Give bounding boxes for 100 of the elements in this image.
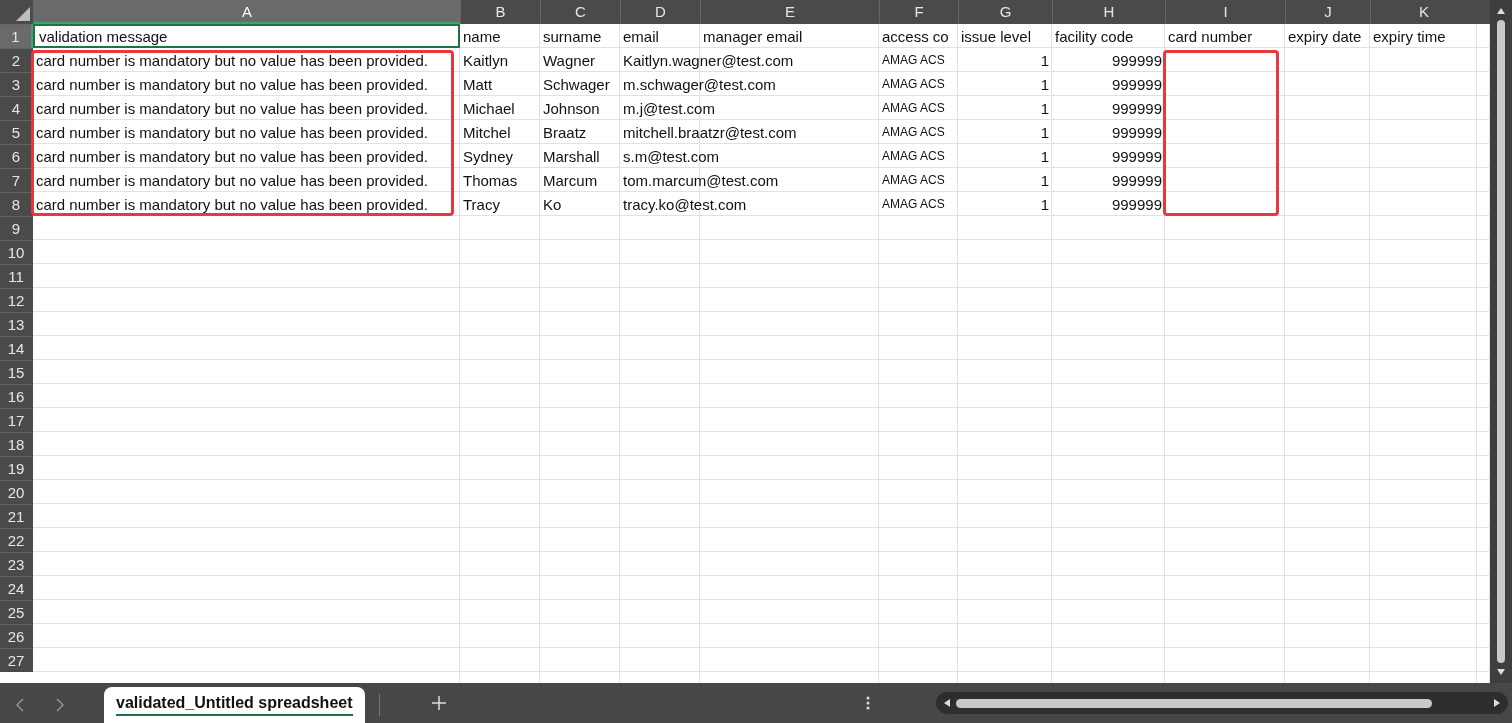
row-header[interactable]: 11 bbox=[0, 264, 33, 288]
cell-text: surname bbox=[543, 27, 602, 45]
horizontal-scrollbar[interactable] bbox=[936, 692, 1508, 714]
cell-text: manager email bbox=[703, 27, 803, 45]
cell-text: 999999 bbox=[1111, 123, 1162, 141]
cell-text: 1 bbox=[1040, 195, 1049, 213]
cell-text: Matt bbox=[463, 75, 493, 93]
cell-text: Michael bbox=[463, 99, 515, 117]
cell-text: mitchell.braatzr@test.com bbox=[623, 123, 797, 141]
row-header[interactable]: 3 bbox=[0, 72, 33, 96]
row-header[interactable]: 17 bbox=[0, 408, 33, 432]
cell-text: card number is mandatory but no value has been provided. bbox=[36, 51, 428, 69]
row-header[interactable]: 26 bbox=[0, 624, 33, 648]
vertical-scrollbar[interactable] bbox=[1490, 0, 1512, 683]
row-header[interactable]: 15 bbox=[0, 360, 33, 384]
scrollbar-thumb[interactable] bbox=[1497, 20, 1505, 663]
cell-text: AMAG ACS bbox=[882, 173, 945, 187]
cell-text: 1 bbox=[1040, 51, 1049, 69]
row-header[interactable]: 24 bbox=[0, 576, 33, 600]
cell-text: s.m@test.com bbox=[623, 147, 720, 165]
row-header[interactable]: 27 bbox=[0, 648, 33, 672]
row-header[interactable]: 9 bbox=[0, 216, 33, 240]
cell-text: card number bbox=[1168, 27, 1253, 45]
vertical-dots-icon bbox=[865, 696, 870, 710]
scroll-left-icon[interactable] bbox=[942, 698, 952, 708]
triangle-icon bbox=[16, 7, 30, 21]
cell-text: 1 bbox=[1040, 171, 1049, 189]
cell-text: 999999 bbox=[1111, 171, 1162, 189]
cell-text: name bbox=[463, 27, 501, 45]
row-header[interactable]: 5 bbox=[0, 120, 33, 144]
row-header[interactable]: 20 bbox=[0, 480, 33, 504]
chevron-left-icon bbox=[16, 698, 24, 712]
row-header[interactable]: 12 bbox=[0, 288, 33, 312]
cell-text: AMAG ACS bbox=[882, 53, 945, 67]
scroll-up-icon[interactable] bbox=[1496, 6, 1506, 16]
row-header[interactable]: 22 bbox=[0, 528, 33, 552]
cell-text: expiry time bbox=[1373, 27, 1446, 45]
cell-text: Kaitlyn bbox=[463, 51, 509, 69]
cell-text: card number is mandatory but no value has been provided. bbox=[36, 147, 428, 165]
cell-text: tom.marcum@test.com bbox=[623, 171, 779, 189]
cell-text: card number is mandatory but no value has been provided. bbox=[36, 75, 428, 93]
cell-text: Mitchel bbox=[463, 123, 511, 141]
row-header[interactable]: 10 bbox=[0, 240, 33, 264]
cell-text: Kaitlyn.wagner@test.com bbox=[623, 51, 794, 69]
chevron-right-icon bbox=[56, 698, 64, 712]
cell-text: card number is mandatory but no value has been provided. bbox=[36, 171, 428, 189]
cell-text: 1 bbox=[1040, 147, 1049, 165]
cell-text: AMAG ACS bbox=[882, 197, 945, 211]
scroll-right-icon[interactable] bbox=[1492, 698, 1502, 708]
row-header[interactable]: 2 bbox=[0, 48, 33, 72]
cell-text: card number is mandatory but no value has been provided. bbox=[36, 99, 428, 117]
cell-text: Johnson bbox=[543, 99, 600, 117]
scrollbar-thumb[interactable] bbox=[956, 698, 1432, 708]
column-header[interactable]: A bbox=[33, 0, 460, 24]
cell-text: m.j@test.com bbox=[623, 99, 715, 117]
row-header[interactable]: 7 bbox=[0, 168, 33, 192]
cell-text: 999999 bbox=[1111, 195, 1162, 213]
cell-text: Schwager bbox=[543, 75, 610, 93]
cell-text: email bbox=[623, 27, 659, 45]
cell-text: tracy.ko@test.com bbox=[623, 195, 747, 213]
sheet-tab[interactable]: validated_Untitled spreadsheet bbox=[104, 687, 365, 723]
cell-text: AMAG ACS bbox=[882, 101, 945, 115]
cell-text: expiry date bbox=[1288, 27, 1362, 45]
row-header[interactable]: 1 bbox=[0, 24, 33, 48]
cell-text: card number is mandatory but no value has been provided. bbox=[36, 123, 428, 141]
row-header[interactable]: 21 bbox=[0, 504, 33, 528]
cell-text: Braatz bbox=[543, 123, 587, 141]
cell-text: 1 bbox=[1040, 99, 1049, 117]
cell-text: 1 bbox=[1040, 75, 1049, 93]
row-header[interactable]: 13 bbox=[0, 312, 33, 336]
cell-text: Ko bbox=[543, 195, 562, 213]
row-header[interactable]: 4 bbox=[0, 96, 33, 120]
plus-icon bbox=[431, 696, 446, 710]
cell-text: issue level bbox=[961, 27, 1032, 45]
cell-text: AMAG ACS bbox=[882, 77, 945, 91]
cell-text: Marcum bbox=[543, 171, 598, 189]
scroll-down-icon[interactable] bbox=[1496, 667, 1506, 677]
cell-text: Thomas bbox=[463, 171, 518, 189]
row-header[interactable]: 25 bbox=[0, 600, 33, 624]
selected-cell[interactable]: validation message bbox=[33, 24, 460, 48]
cell-text: Sydney bbox=[463, 147, 514, 165]
cell-text: Marshall bbox=[543, 147, 600, 165]
row-header[interactable]: 6 bbox=[0, 144, 33, 168]
cell-text: access co bbox=[882, 27, 949, 45]
row-header[interactable]: 23 bbox=[0, 552, 33, 576]
cell-text: 1 bbox=[1040, 123, 1049, 141]
cell-text: card number is mandatory but no value has been provided. bbox=[36, 195, 428, 213]
row-header[interactable]: 14 bbox=[0, 336, 33, 360]
row-header[interactable]: 16 bbox=[0, 384, 33, 408]
cell-text: facility code bbox=[1055, 27, 1134, 45]
cell-text: 999999 bbox=[1111, 99, 1162, 117]
cell-text: Tracy bbox=[463, 195, 500, 213]
row-header[interactable]: 8 bbox=[0, 192, 33, 216]
cell-text: Wagner bbox=[543, 51, 595, 69]
cell-text: AMAG ACS bbox=[882, 125, 945, 139]
row-header[interactable]: 18 bbox=[0, 432, 33, 456]
cell-text: 999999 bbox=[1111, 75, 1162, 93]
cell-text: 999999 bbox=[1111, 51, 1162, 69]
cell-text: m.schwager@test.com bbox=[623, 75, 776, 93]
row-header[interactable]: 19 bbox=[0, 456, 33, 480]
